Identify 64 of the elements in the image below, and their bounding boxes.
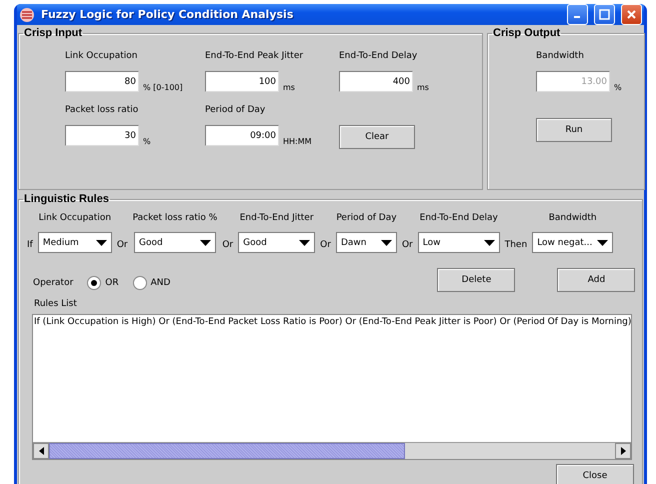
unit-label: HH:MM — [283, 137, 312, 146]
field-label: Packet loss ratio % — [132, 212, 218, 225]
minimize-button[interactable] — [567, 4, 588, 25]
rule-item[interactable]: If (Link Occupation is High) Or (End-To-End Packet Loss Ratio is Poor) Or (End-To-End Peak Jitter is Poor) Or (Period Of Day is Morning) — [33, 315, 631, 442]
connector-label: Or — [116, 240, 128, 252]
section-title: Crisp Output — [492, 27, 562, 39]
input-field[interactable]: 80 — [65, 71, 139, 92]
field-label: End-To-End Delay — [339, 50, 418, 63]
clear-button[interactable]: Clear — [339, 125, 415, 149]
caret-icon — [597, 240, 608, 246]
caret-icon — [484, 240, 495, 246]
unit-label: % — [614, 83, 622, 92]
input-field[interactable]: 400 — [339, 71, 413, 92]
input-field[interactable]: 100 — [205, 71, 279, 92]
caret-icon — [380, 240, 392, 246]
maximize-icon — [599, 9, 610, 20]
app-icon — [19, 6, 35, 22]
connector-label: Or — [402, 240, 413, 252]
radio-option[interactable]: OR — [87, 276, 119, 290]
connector-label: If — [27, 240, 33, 252]
field-label: Bandwidth — [548, 212, 597, 225]
unit-label: % — [143, 137, 151, 146]
radio-option[interactable]: AND — [132, 276, 170, 290]
caret-icon — [200, 240, 211, 246]
right-arrow-icon — [620, 447, 626, 455]
list-label: Rules List — [34, 298, 78, 311]
caret-icon — [96, 240, 107, 246]
unit-label: ms — [283, 83, 295, 92]
unit-label: ms — [417, 83, 429, 92]
left-arrow-icon — [38, 447, 44, 455]
maximize-button[interactable] — [594, 4, 615, 25]
field-label: Link Occupation — [65, 50, 138, 63]
section-title: Crisp Input — [23, 27, 84, 39]
operator-label: Operator — [33, 278, 74, 288]
field-label: End-To-End Jitter — [240, 212, 314, 225]
caret-icon — [299, 240, 310, 246]
field-label: Period of Day — [336, 212, 397, 225]
add-button[interactable]: Add — [557, 268, 636, 292]
connector-label: Or — [222, 240, 234, 252]
run-button[interactable]: Run — [536, 118, 612, 142]
field-label: Packet loss ratio — [65, 104, 140, 117]
dropdown[interactable]: Good — [134, 232, 216, 253]
close-dialog-button[interactable]: Close — [556, 464, 634, 484]
dropdown[interactable]: Dawn — [336, 232, 397, 253]
field-label: Period of Day — [205, 104, 266, 117]
section-title: Linguistic Rules — [23, 193, 110, 205]
field-label: End-To-End Delay — [420, 212, 498, 225]
close-icon — [626, 9, 637, 20]
field-label: Link Occupation — [38, 212, 112, 225]
close-button[interactable] — [621, 4, 642, 25]
window-title: Fuzzy Logic for Policy Condition Analysis — [41, 8, 294, 21]
delete-button[interactable]: Delete — [437, 268, 516, 292]
dropdown[interactable]: Low negat... — [532, 232, 614, 253]
dropdown[interactable]: Low — [418, 232, 500, 253]
input-field[interactable]: 30 — [65, 125, 139, 146]
unit-label: % [0-100] — [143, 83, 183, 92]
field-label: End-To-End Peak Jitter — [205, 50, 304, 63]
scrollbar[interactable] — [33, 442, 631, 459]
field-label: Bandwidth — [536, 50, 585, 63]
input-field[interactable]: 09:00 — [205, 125, 279, 146]
dropdown[interactable]: Medium — [38, 232, 112, 253]
connector-label: Then — [504, 240, 528, 252]
connector-label: Or — [320, 240, 331, 252]
dropdown[interactable]: Good — [238, 232, 316, 253]
